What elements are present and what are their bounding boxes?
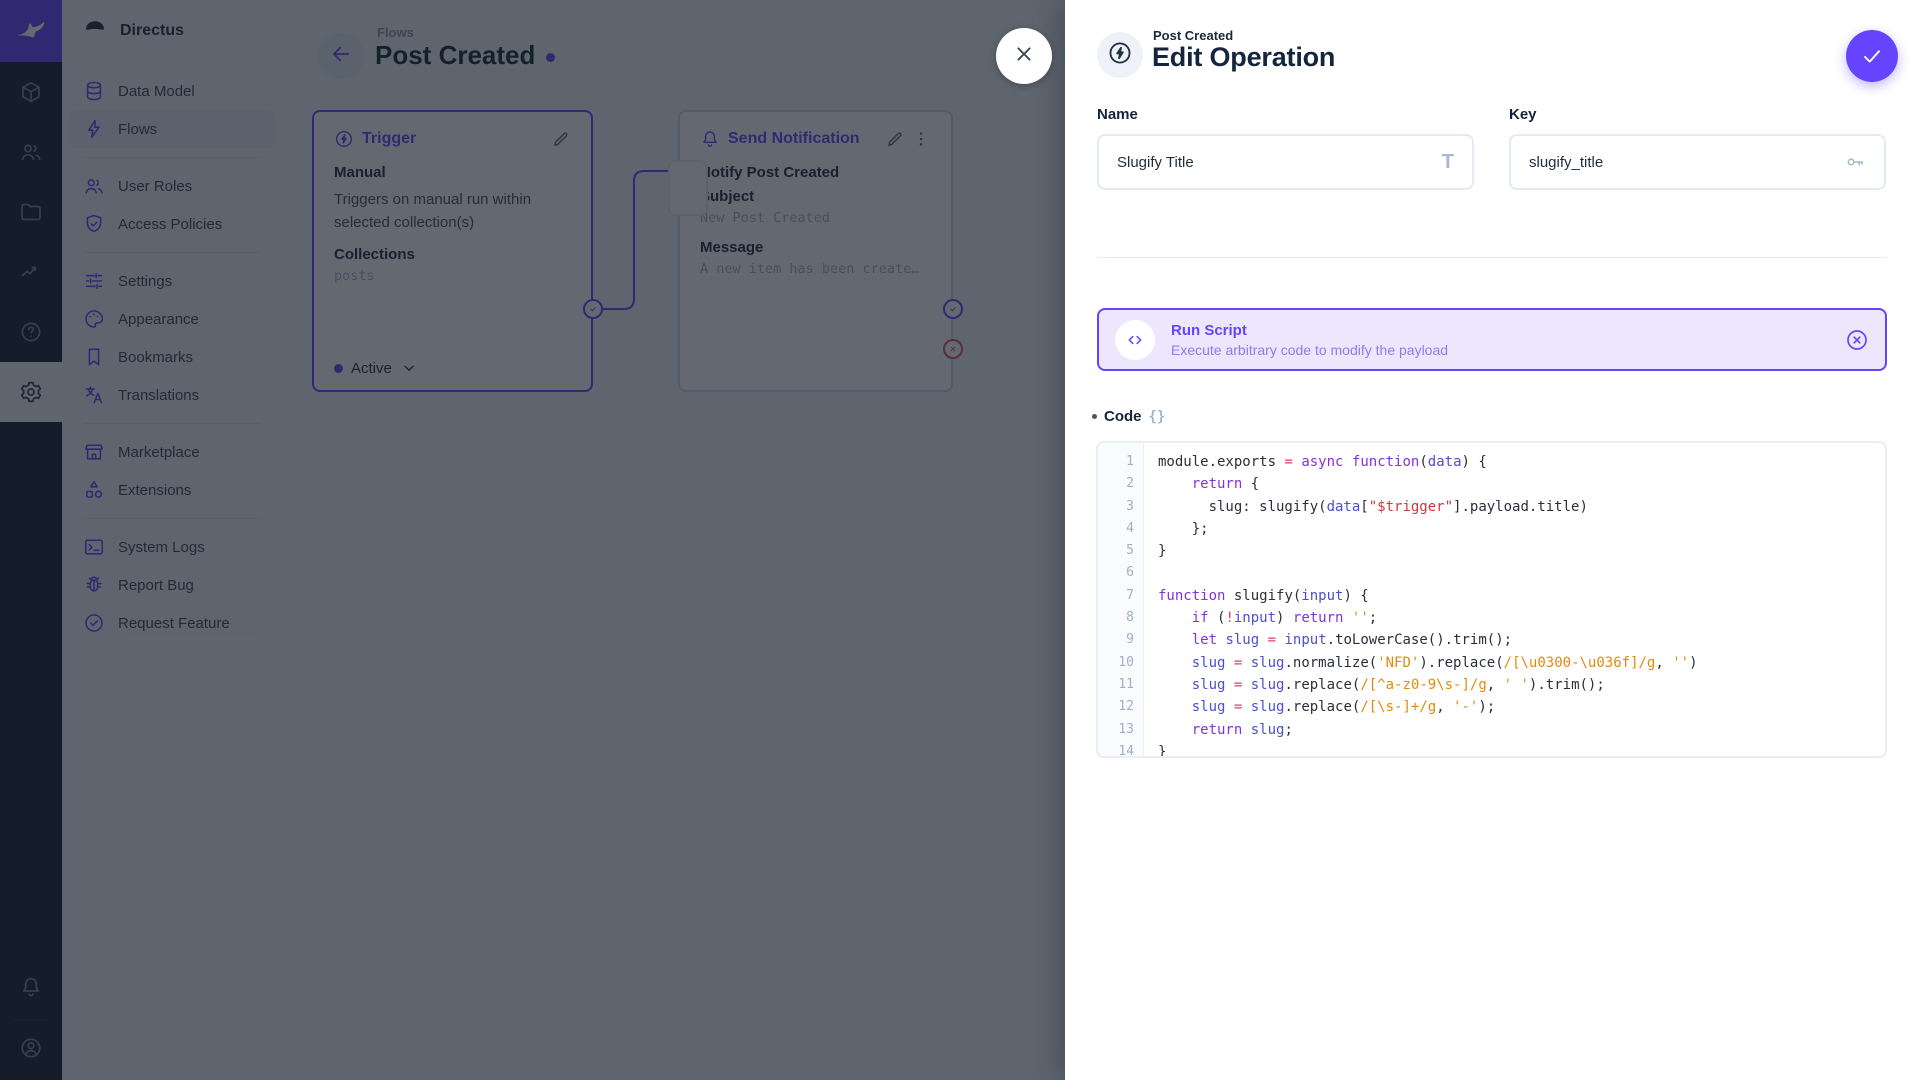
title-format-icon: T [1442,151,1454,174]
save-operation-button[interactable] [1846,30,1898,82]
code-line: slug: slugify(data["$trigger"].payload.t… [1158,496,1698,518]
drawer-backdrop[interactable] [0,0,1065,1080]
run-script-title: Run Script [1171,322,1829,339]
line-number: 9 [1098,629,1143,651]
line-number-gutter: 1234567891011121314 [1098,443,1144,756]
line-number: 11 [1098,674,1143,696]
deselect-operation-icon[interactable] [1845,328,1869,352]
line-number: 3 [1098,496,1143,518]
code-icon [1115,320,1155,360]
key-input[interactable]: slugify_title [1509,134,1886,190]
drawer-flow-icon-button[interactable] [1097,32,1143,78]
code-line: slug = slug.replace(/[\s-]+/g, '-'); [1158,696,1698,718]
name-label: Name [1097,106,1474,123]
code-line: slug = slug.replace(/[^a-z0-9\s-]/g, ' '… [1158,674,1698,696]
code-line: }; [1158,518,1698,540]
line-number: 10 [1098,652,1143,674]
line-number: 7 [1098,585,1143,607]
line-number: 8 [1098,607,1143,629]
code-content: module.exports = async function(data) { … [1144,443,1698,756]
name-value: Slugify Title [1117,154,1430,171]
name-field-group: Name Slugify Title T [1097,106,1474,190]
code-field-label-row: Code {} [1092,408,1165,425]
drawer-breadcrumb: Post Created [1153,28,1233,43]
code-line: } [1158,741,1698,758]
key-label: Key [1509,106,1886,123]
raw-value-icon[interactable]: {} [1149,409,1166,425]
code-line: function slugify(input) { [1158,585,1698,607]
run-script-card[interactable]: Run Script Execute arbitrary code to mod… [1097,308,1887,371]
code-line: let slug = input.toLowerCase().trim(); [1158,629,1698,651]
run-script-subtitle: Execute arbitrary code to modify the pay… [1171,342,1829,358]
line-number: 13 [1098,719,1143,741]
line-number: 14 [1098,741,1143,758]
code-label: Code [1104,408,1142,425]
code-line: slug = slug.normalize('NFD').replace(/[\… [1158,652,1698,674]
line-number: 4 [1098,518,1143,540]
edit-operation-drawer: Post Created Edit Operation Name Slugify… [1065,0,1920,1080]
required-dot [1092,414,1097,419]
close-drawer-button[interactable] [996,28,1052,84]
line-number: 1 [1098,451,1143,473]
code-line: return { [1158,473,1698,495]
code-line [1158,562,1698,584]
check-icon [1859,43,1885,69]
drawer-divider [1097,257,1887,258]
name-input[interactable]: Slugify Title T [1097,134,1474,190]
key-value: slugify_title [1529,154,1832,171]
code-editor[interactable]: 1234567891011121314 module.exports = asy… [1096,441,1887,758]
code-line: } [1158,540,1698,562]
code-line: return slug; [1158,719,1698,741]
directus-app: Directus Data ModelFlowsUser RolesAccess… [0,0,1920,1080]
key-icon [1844,151,1866,173]
code-line: if (!input) return ''; [1158,607,1698,629]
close-icon [1011,41,1037,72]
line-number: 5 [1098,540,1143,562]
line-number: 2 [1098,473,1143,495]
flow-bolt-icon [1107,40,1133,71]
line-number: 12 [1098,696,1143,718]
code-line: module.exports = async function(data) { [1158,451,1698,473]
key-field-group: Key slugify_title [1509,106,1886,190]
drawer-title: Edit Operation [1152,42,1335,73]
line-number: 6 [1098,562,1143,584]
